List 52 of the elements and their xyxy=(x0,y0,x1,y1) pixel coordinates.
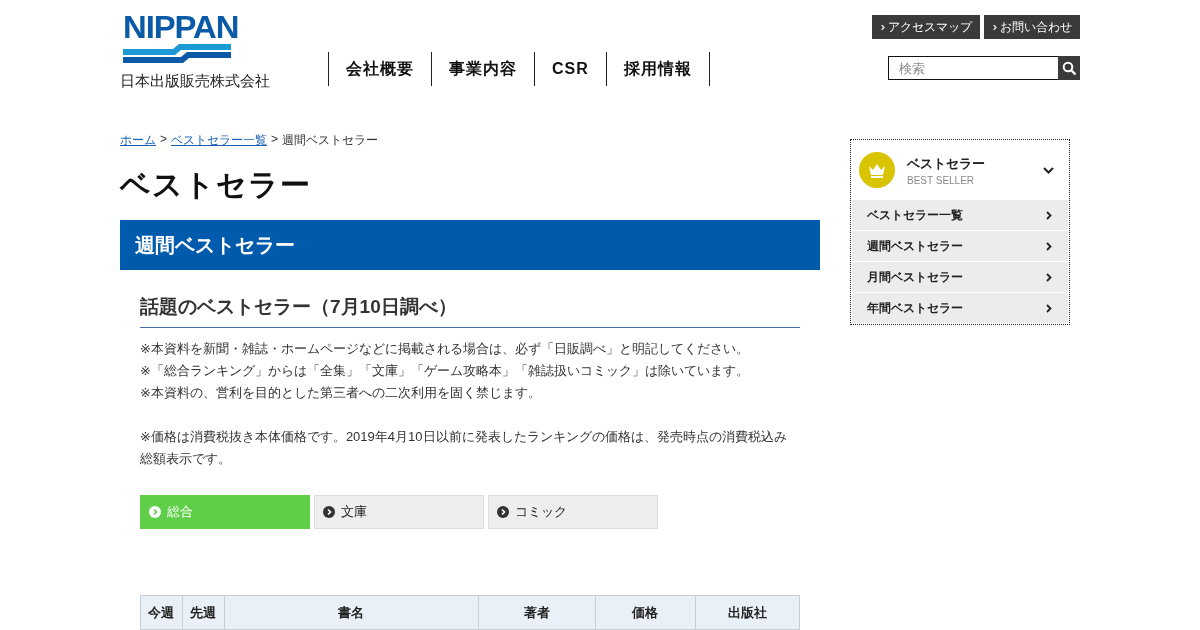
nav-link[interactable]: CSR xyxy=(534,52,606,86)
chevron-right-icon xyxy=(1046,272,1052,282)
utility-link[interactable]: アクセスマップ xyxy=(872,15,980,39)
chevron-down-icon[interactable] xyxy=(1043,166,1054,174)
subsection-title: 話題のベストセラー（7月10日調べ） xyxy=(140,295,800,328)
logo-text[interactable]: NIPPAN xyxy=(123,13,239,43)
note-line: ※「総合ランキング」からは「全集」「文庫」「ゲーム攻略本」「雑誌扱いコミック」は除いています。 xyxy=(140,362,750,380)
breadcrumb-separator: > xyxy=(160,132,167,148)
chevron-right-icon xyxy=(1046,303,1052,313)
section-heading-band: 週間ベストセラー xyxy=(120,220,820,270)
utility-link[interactable]: お問い合わせ xyxy=(984,15,1080,39)
category-tab[interactable]: コミック xyxy=(488,495,658,529)
sidebar-item[interactable]: 週間ベストセラー xyxy=(852,231,1068,261)
breadcrumb-link[interactable]: ベストセラー一覧 xyxy=(171,132,267,149)
tab-label: 総合 xyxy=(167,503,193,521)
nav-link[interactable]: 事業内容 xyxy=(431,52,534,86)
arrow-circle-icon xyxy=(323,506,335,518)
breadcrumb-link[interactable]: ホーム xyxy=(120,132,156,149)
sidebar-item[interactable]: ベストセラー一覧 xyxy=(852,200,1068,230)
chevron-right-icon xyxy=(1046,241,1052,251)
tab-label: 文庫 xyxy=(341,503,367,521)
chevron-right-icon xyxy=(1046,210,1052,220)
arrow-circle-icon xyxy=(149,506,161,518)
column-header: 出版社 xyxy=(695,595,800,630)
category-tab[interactable]: 文庫 xyxy=(314,495,484,529)
price-note: ※価格は消費税抜き本体価格です。2019年4月10日以前に発表したランキングの価格は、発売時点の消費税込み総額表示です。 xyxy=(140,428,788,468)
sidebar-subtitle: BEST SELLER xyxy=(907,174,976,186)
sidebar-item[interactable]: 年間ベストセラー xyxy=(852,293,1068,323)
note-line: ※本資料を新聞・雑誌・ホームページなどに掲載される場合は、必ず「日販調べ」と明記してください。 xyxy=(140,340,750,358)
page-title: ベストセラー xyxy=(120,167,312,203)
company-name: 日本出版販売株式会社 xyxy=(120,72,271,91)
search-button[interactable] xyxy=(1058,56,1080,80)
sidebar-item[interactable]: 月間ベストセラー xyxy=(852,262,1068,292)
breadcrumb-current: 週間ベストセラー xyxy=(282,132,379,149)
column-header: 著者 xyxy=(478,595,596,630)
column-header: 先週 xyxy=(182,595,225,630)
note-line: ※本資料の、営利を目的とした第三者への二次利用を固く禁じます。 xyxy=(140,384,542,402)
column-header: 価格 xyxy=(595,595,696,630)
column-header: 今週 xyxy=(140,595,183,630)
crown-icon xyxy=(859,152,895,188)
breadcrumb-separator: > xyxy=(271,132,279,148)
nav-link[interactable]: 採用情報 xyxy=(605,52,710,86)
search-icon xyxy=(1061,60,1077,76)
chevron-right-icon xyxy=(881,22,885,32)
sidebar-title: ベストセラー xyxy=(907,154,985,173)
tab-label: コミック xyxy=(515,503,567,521)
search-field[interactable]: 検索 xyxy=(888,56,1058,80)
column-header: 書名 xyxy=(224,595,479,630)
arrow-circle-icon xyxy=(497,506,509,518)
nav-link[interactable]: 会社概要 xyxy=(328,52,431,86)
logo-stripes-icon xyxy=(123,44,231,64)
chevron-right-icon xyxy=(993,22,997,32)
